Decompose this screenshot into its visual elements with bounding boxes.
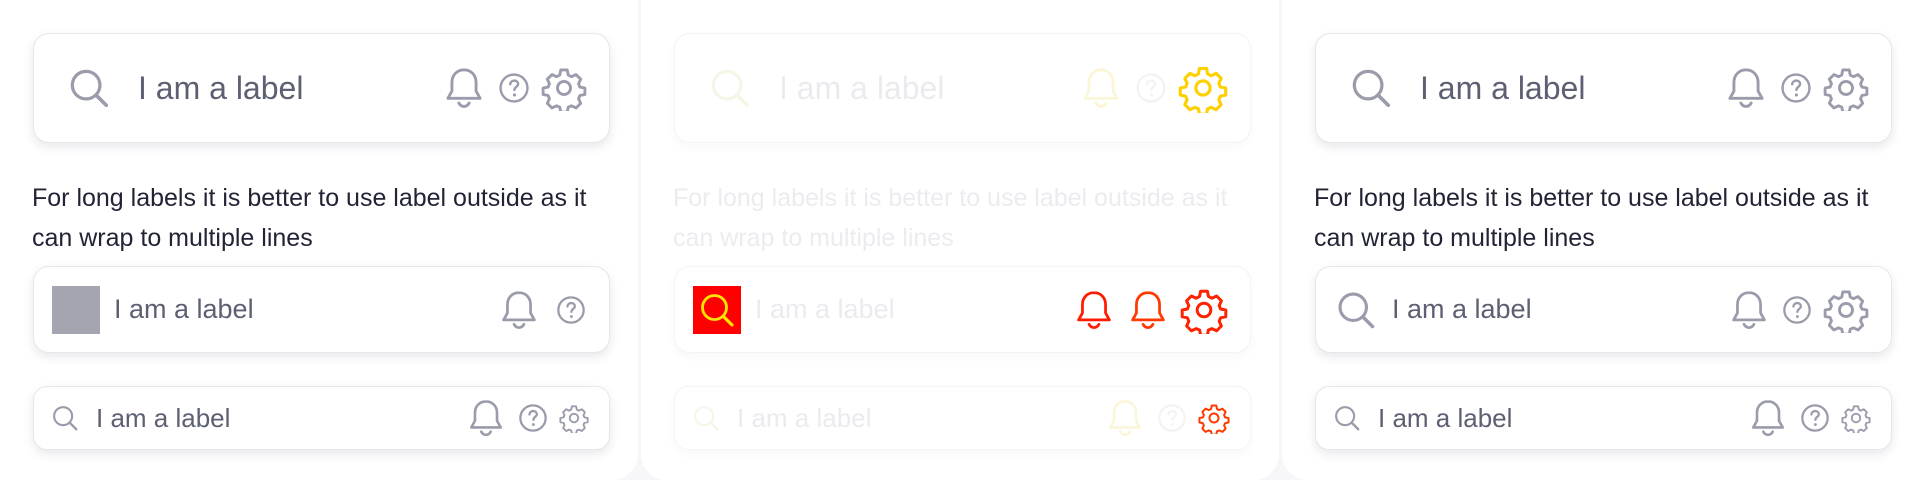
screen: I am a label For long labels it is bette… [0,0,1920,480]
help-icon[interactable] [517,402,549,434]
settings-icon[interactable] [1823,287,1869,333]
bell-icon[interactable] [1723,63,1769,113]
panel-faded: I am a label For long labels it is bette… [641,0,1279,480]
help-bell-icon[interactable] [1126,286,1170,334]
search-icon [691,403,721,433]
help-icon[interactable] [1156,402,1188,434]
help-icon[interactable] [1799,402,1831,434]
field-label: I am a label [114,294,254,324]
bell-icon[interactable] [1072,286,1116,334]
settings-icon[interactable] [1823,65,1869,111]
search-icon [1332,403,1362,433]
bell-icon[interactable] [1078,63,1124,113]
bell-icon[interactable] [1727,286,1771,334]
help-icon[interactable] [497,71,531,105]
large-labeled-field[interactable]: I am a label [674,33,1251,143]
panel-default: I am a label For long labels it is bette… [0,0,638,480]
settings-icon[interactable] [1180,286,1228,334]
field-label: I am a label [779,69,945,106]
field-label: I am a label [1378,402,1513,433]
large-labeled-field[interactable]: I am a label [33,33,610,143]
help-icon[interactable] [1779,71,1813,105]
field-label: I am a label [1392,294,1532,324]
large-labeled-field[interactable]: I am a label [1315,33,1892,143]
small-labeled-field[interactable]: I am a label [674,386,1251,450]
helper-text: For long labels it is better to use labe… [673,184,1228,252]
field-label: I am a label [1420,69,1586,106]
bell-icon[interactable] [1747,394,1789,442]
search-icon [50,403,80,433]
small-labeled-field[interactable]: I am a label [33,386,610,450]
field-label: I am a label [737,402,872,433]
bell-icon[interactable] [1104,394,1146,442]
settings-icon[interactable] [1841,403,1871,433]
bell-icon[interactable] [465,394,507,442]
panel-default-alt: I am a label For long labels it is bette… [1282,0,1920,480]
help-icon[interactable] [555,294,587,326]
field-label: I am a label [96,402,231,433]
search-icon [707,65,753,111]
search-icon [1348,65,1394,111]
help-icon[interactable] [1781,294,1813,326]
settings-icon[interactable] [1178,63,1228,113]
medium-labeled-field[interactable]: I am a label [674,266,1251,353]
medium-labeled-field[interactable]: I am a label [33,266,610,353]
bell-icon[interactable] [441,63,487,113]
settings-icon[interactable] [541,65,587,111]
small-labeled-field[interactable]: I am a label [1315,386,1892,450]
medium-labeled-field[interactable]: I am a label [1315,266,1892,353]
field-label: I am a label [138,69,304,106]
search-icon [66,65,112,111]
helper-text: For long labels it is better to use labe… [32,184,587,252]
helper-text: For long labels it is better to use labe… [1314,184,1869,252]
settings-icon[interactable] [1198,402,1230,434]
search-icon [693,285,741,334]
field-label: I am a label [755,294,895,324]
help-icon[interactable] [1134,71,1168,105]
settings-icon[interactable] [559,403,589,433]
search-icon [1334,288,1378,332]
bell-icon[interactable] [497,286,541,334]
placeholder-square-icon [52,285,100,334]
